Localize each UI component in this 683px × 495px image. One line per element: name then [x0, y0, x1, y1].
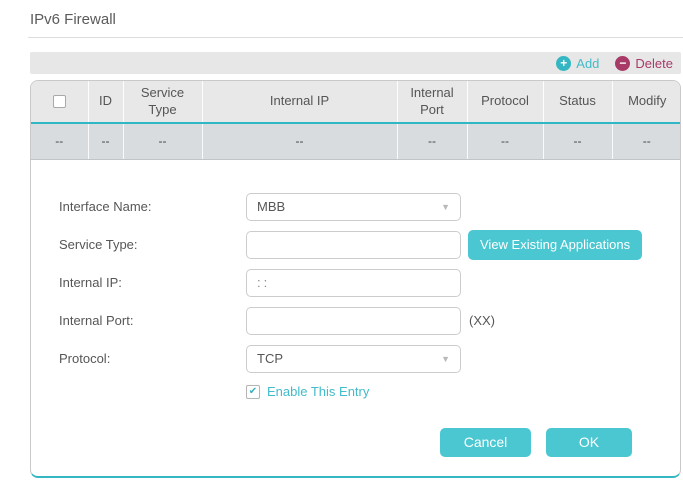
row-cell-checkbox: -- — [31, 123, 89, 160]
enable-entry-label[interactable]: Enable This Entry — [267, 384, 369, 399]
internal-ip-input[interactable] — [246, 268, 461, 297]
table-header-row: ID Service Type Internal IP Internal Por… — [31, 81, 680, 124]
ipv6-firewall-page: IPv6 Firewall + Add − Delete ID Service … — [0, 11, 683, 495]
service-type-row: Service Type: View Existing Applications — [59, 229, 680, 260]
internal-ip-row: Internal IP: — [59, 268, 680, 297]
chevron-down-icon: ▼ — [441, 201, 450, 212]
protocol-label: Protocol: — [59, 351, 111, 366]
row-cell-status: -- — [543, 123, 613, 160]
header-internal-port: Internal Port — [397, 81, 468, 124]
form-buttons: Cancel OK — [59, 427, 680, 457]
interface-name-dropdown[interactable]: MBB ▼ — [246, 192, 461, 221]
row-cell-service-type: -- — [123, 123, 203, 160]
internal-port-input[interactable] — [246, 306, 461, 335]
row-cell-id: -- — [88, 123, 124, 160]
header-checkbox-cell — [31, 81, 89, 124]
service-type-label: Service Type: — [59, 237, 138, 252]
internal-port-hint: (XX) — [469, 313, 495, 328]
chevron-down-icon: ▼ — [441, 353, 450, 364]
enable-entry-checkbox[interactable]: ✔ — [246, 384, 260, 399]
delete-button-label: Delete — [635, 55, 673, 71]
view-existing-applications-button[interactable]: View Existing Applications — [468, 229, 643, 260]
delete-minus-icon: − — [615, 55, 631, 71]
interface-name-label: Interface Name: — [59, 199, 152, 214]
internal-ip-label: Internal IP: — [59, 275, 122, 290]
firewall-table-panel: ID Service Type Internal IP Internal Por… — [30, 80, 681, 478]
ok-button[interactable]: OK — [546, 427, 632, 457]
internal-port-row: Internal Port: (XX) — [59, 306, 680, 335]
add-button-label: Add — [576, 55, 600, 71]
entry-form: Interface Name: MBB ▼ Service Type: View… — [31, 160, 680, 477]
add-button[interactable]: + Add — [556, 55, 600, 71]
page-title: IPv6 Firewall — [30, 11, 116, 28]
row-cell-internal-port: -- — [397, 123, 468, 160]
row-cell-internal-ip: -- — [202, 123, 398, 160]
header-service-type: Service Type — [123, 81, 203, 124]
select-all-checkbox[interactable] — [52, 95, 66, 108]
cancel-button[interactable]: Cancel — [440, 427, 531, 457]
table-toolbar: + Add − Delete — [30, 52, 681, 74]
header-internal-ip: Internal IP — [202, 81, 398, 124]
row-cell-protocol: -- — [467, 123, 544, 160]
delete-button[interactable]: − Delete — [615, 55, 673, 71]
internal-port-label: Internal Port: — [59, 313, 134, 328]
header-modify: Modify — [612, 81, 680, 124]
service-type-input[interactable] — [246, 230, 461, 259]
interface-name-value: MBB — [257, 199, 286, 214]
row-cell-modify: -- — [612, 123, 680, 160]
header-status: Status — [543, 81, 613, 124]
interface-name-row: Interface Name: MBB ▼ — [59, 192, 680, 221]
protocol-value: TCP — [257, 351, 283, 366]
header-protocol: Protocol — [467, 81, 544, 124]
firewall-table: ID Service Type Internal IP Internal Por… — [31, 81, 680, 160]
header-id: ID — [88, 81, 124, 124]
add-plus-icon: + — [556, 55, 572, 71]
protocol-row: Protocol: TCP ▼ — [59, 344, 680, 373]
title-divider — [28, 37, 683, 38]
table-row: -- -- -- -- -- -- -- -- — [31, 123, 680, 160]
enable-entry-row: ✔ Enable This Entry — [246, 383, 680, 401]
protocol-dropdown[interactable]: TCP ▼ — [246, 344, 461, 373]
